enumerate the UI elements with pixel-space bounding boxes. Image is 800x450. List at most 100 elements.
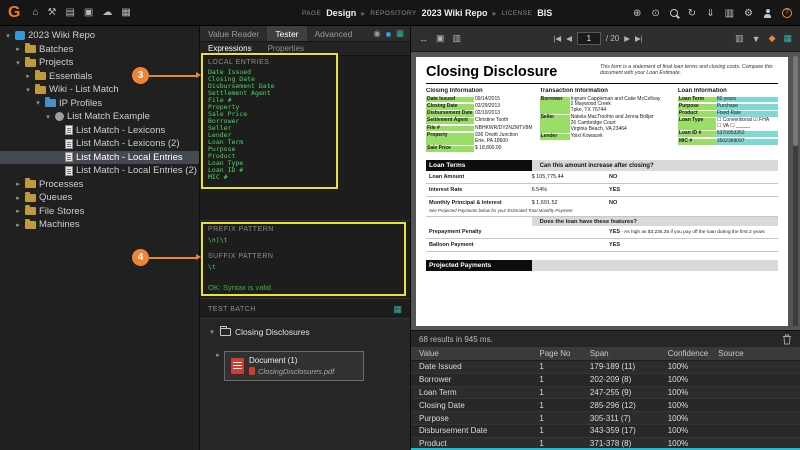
results-row[interactable]: Purpose 1 305-311 (7) 100% <box>411 412 800 425</box>
page-number-input[interactable]: 1 <box>576 32 601 45</box>
prev-page-icon[interactable]: ◀ <box>566 34 572 43</box>
eye-icon[interactable]: ◉ <box>373 28 380 39</box>
results-row[interactable]: Date Issued 1 179-189 (11) 100% <box>411 361 800 374</box>
chevron-down-icon[interactable]: ▾ <box>208 328 216 336</box>
batches-icon[interactable]: ▤ <box>65 7 74 18</box>
doc-field-label: Loan ID # <box>677 131 716 138</box>
columns-icon[interactable]: ▥ <box>725 8 734 19</box>
breadcrumb-license-value[interactable]: BIS <box>537 8 552 18</box>
tree-item-ip-profiles[interactable]: ▾ IP Profiles <box>0 97 199 111</box>
chevron-down-icon[interactable]: ▾ <box>14 59 22 67</box>
tab-value-reader[interactable]: Value Reader <box>200 26 267 41</box>
chevron-down-icon[interactable]: ▾ <box>24 86 32 94</box>
tree-item-wiki-list-match[interactable]: ▾ Wiki - List Match <box>0 83 199 97</box>
stats-icon[interactable]: ▦ <box>121 7 130 18</box>
clouds-icon[interactable]: ☁ <box>102 7 112 18</box>
dropdown-icon[interactable]: ▼ <box>752 34 761 44</box>
tree-item-batches[interactable]: ▸ Batches <box>0 43 199 57</box>
results-row[interactable]: Loan Term 1 247-255 (9) 100% <box>411 386 800 400</box>
batch-document[interactable]: Document (1) ClosingDisclosures.pdf <box>224 351 364 381</box>
batch-folder-row[interactable]: ▾ Closing Disclosures <box>208 325 402 339</box>
doc-field-value: Nakela MacTroohio and Jenna Bolljer 26 C… <box>570 114 654 132</box>
download-icon[interactable]: ⇓ <box>706 8 714 19</box>
tab-tester[interactable]: Tester <box>267 26 307 41</box>
last-page-icon[interactable]: ▶| <box>635 34 643 43</box>
results-row[interactable]: Disbursement Date 1 343-359 (17) 100% <box>411 424 800 438</box>
local-entries-list[interactable]: Date Issued Closing Date Disbursement Date… <box>208 69 402 181</box>
tree-item-label: Queues <box>39 192 73 204</box>
gear-icon[interactable]: ⚙ <box>744 8 753 19</box>
results-column-header: Confidence <box>667 349 709 358</box>
prefix-pattern-input[interactable]: \n|\t <box>208 237 228 244</box>
doc-field: Loan Type ☐ Conventional ☑ FHA ☐ VA ☐ ___… <box>677 118 778 130</box>
doc-field: Settlement Agent Christine Tooth <box>426 118 532 125</box>
tree-item-list-match-local-entries-2[interactable]: List Match - Local Entries (2) <box>0 164 199 178</box>
results-cell: 1 <box>539 387 544 397</box>
doc-field-value: Ingram Cappleman and Catie McCollvay 2 M… <box>570 95 661 114</box>
subtab-properties[interactable]: Properties <box>260 44 312 53</box>
suffix-pattern-input[interactable]: \t <box>208 264 216 271</box>
first-page-icon[interactable]: |◀ <box>553 34 561 43</box>
fit-width-icon[interactable]: ↔ <box>419 34 428 44</box>
results-row[interactable]: Closing Date 1 285-296 (12) 100% <box>411 399 800 413</box>
chevron-down-icon[interactable]: ▾ <box>44 113 52 121</box>
chevron-right-icon[interactable]: ▸ <box>214 351 222 359</box>
home-icon[interactable]: ⌂ <box>32 7 38 18</box>
tree-item-2023-wiki-repo[interactable]: ▾ 2023 Wiki Repo <box>0 29 199 43</box>
camera-icon[interactable]: ▣ <box>84 7 93 18</box>
help-icon[interactable]: ? <box>782 8 792 18</box>
tree-item-processes[interactable]: ▸ Processes <box>0 178 199 192</box>
folder-icon <box>25 191 36 202</box>
loan-feature-answer: YES - As high as $3,235.35 if you pay of… <box>609 229 765 236</box>
tree-item-queues[interactable]: ▸ Queues <box>0 191 199 205</box>
tree-item-file-stores[interactable]: ▸ File Stores <box>0 205 199 219</box>
chevron-down-icon[interactable]: ▾ <box>34 99 42 107</box>
grid-icon[interactable]: ▦ <box>396 28 404 39</box>
thumbnails-icon[interactable]: ▥ <box>453 33 462 44</box>
results-cell: 100% <box>667 375 689 385</box>
next-page-icon[interactable]: ▶ <box>624 34 630 43</box>
blue-panel-icon[interactable]: ■ <box>386 29 391 39</box>
viewer-scrollbar-thumb[interactable] <box>793 56 798 146</box>
subtab-expressions[interactable]: Expressions <box>200 44 260 53</box>
batch-grid-icon[interactable]: ▦ <box>393 304 402 315</box>
chevron-right-icon[interactable]: ▸ <box>14 194 22 202</box>
user-icon[interactable] <box>763 8 772 18</box>
breadcrumb-repo-value[interactable]: 2023 Wiki Repo <box>422 8 488 18</box>
doc-field-value: Fixed Rate <box>715 110 778 117</box>
tree-item-machines[interactable]: ▸ Machines <box>0 218 199 232</box>
tree-item-list-match-lexicons-2[interactable]: List Match - Lexicons (2) <box>0 137 199 151</box>
add-circle-icon[interactable]: ⊕ <box>633 8 641 19</box>
refresh-icon[interactable]: ↻ <box>688 8 696 19</box>
results-row[interactable]: Borrower 1 202-209 (8) 100% <box>411 373 800 387</box>
viewer-scrollbar[interactable] <box>793 56 798 326</box>
target-circle-icon[interactable]: ⊙ <box>651 8 659 19</box>
chevron-right-icon[interactable]: ▸ <box>14 180 22 188</box>
tools-icon[interactable]: ⚒ <box>48 7 57 18</box>
tree-item-projects[interactable]: ▾ Projects <box>0 56 199 70</box>
doc-column: Closing Information Date Issued 09/14/2015… <box>426 88 532 153</box>
chevron-right-icon[interactable]: ▸ <box>14 207 22 215</box>
tree-item-list-match-lexicons[interactable]: List Match - Lexicons <box>0 124 199 138</box>
grooper-logo-icon[interactable]: G <box>8 4 20 22</box>
doc-field: Disbursement Date 02/10/2013 <box>426 110 532 117</box>
doc-field-label: Product <box>677 110 716 117</box>
trash-icon[interactable] <box>782 334 792 345</box>
search-icon[interactable] <box>669 9 678 17</box>
document-page[interactable]: Closing Disclosure This form is a statem… <box>416 57 788 326</box>
results-column-header: Span <box>589 349 609 358</box>
layout-icon[interactable]: ▥ <box>735 33 744 44</box>
tab-advanced[interactable]: Advanced <box>307 26 361 41</box>
breadcrumb-page-value[interactable]: Design <box>326 8 356 18</box>
tree-item-list-match-example[interactable]: ▾ List Match Example <box>0 110 199 124</box>
tree-item-list-match-local-entries[interactable]: List Match - Local Entries <box>0 150 199 164</box>
highlight-icon[interactable]: ◆ <box>769 33 776 44</box>
chevron-down-icon[interactable]: ▾ <box>4 32 12 40</box>
chevron-right-icon[interactable]: ▸ <box>14 221 22 229</box>
pages-icon[interactable]: ▣ <box>436 33 445 44</box>
grid-teal-icon[interactable]: ▦ <box>783 33 792 44</box>
chevron-right-icon[interactable]: ▸ <box>24 72 32 80</box>
folder-icon <box>25 56 36 67</box>
doc-column-header: Transaction Information <box>539 88 608 94</box>
chevron-right-icon[interactable]: ▸ <box>14 45 22 53</box>
